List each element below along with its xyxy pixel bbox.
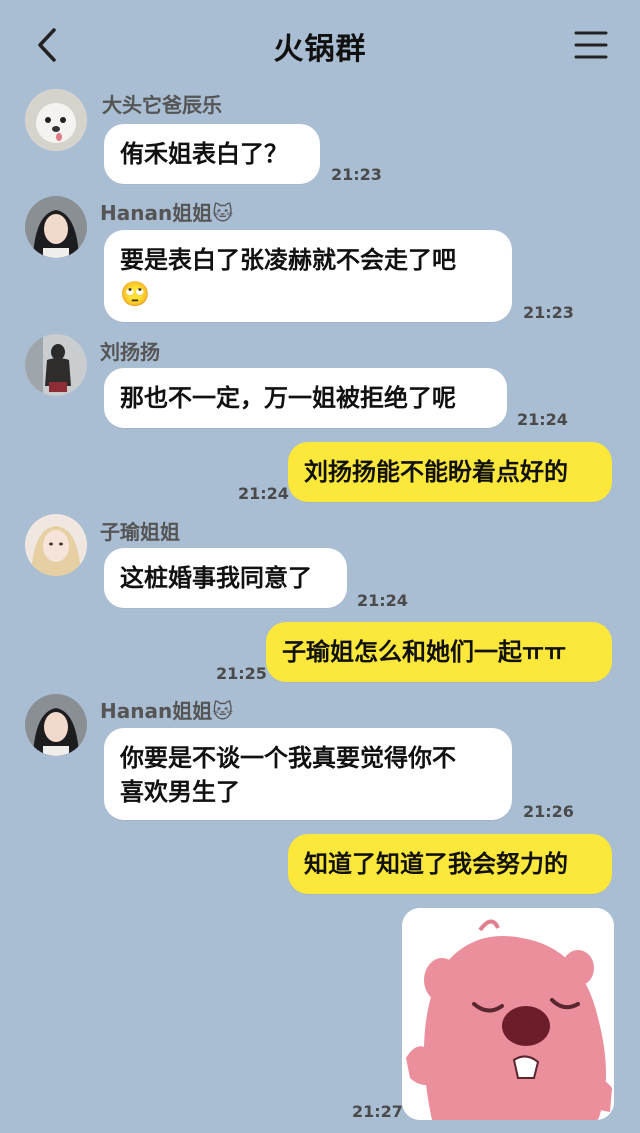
message-text: 那也不一定，万一姐被拒绝了呢: [120, 384, 456, 412]
message-time: 21:27: [352, 1102, 403, 1121]
avatar-blonde-girl[interactable]: [25, 514, 87, 576]
message-text-line1: 你要是不谈一个我真要觉得你不: [120, 744, 456, 772]
chat-header: 火锅群: [0, 0, 640, 88]
message-bubble[interactable]: 那也不一定，万一姐被拒绝了呢: [104, 368, 507, 428]
sender-name: 子瑜姐姐: [100, 520, 180, 544]
my-message-bubble[interactable]: 子瑜姐怎么和她们一起ㅠㅠ: [266, 622, 612, 682]
message-time: 21:25: [216, 664, 267, 683]
sender-name: Hanan姐姐🐱: [100, 201, 234, 225]
pink-beaver-sticker[interactable]: [402, 908, 614, 1120]
message-bubble[interactable]: 要是表白了张凌赫就不会走了吧 🙄: [104, 230, 512, 322]
message-time: 21:23: [523, 303, 574, 322]
message-text: 子瑜姐怎么和她们一起ㅠㅠ: [282, 638, 567, 666]
menu-icon[interactable]: [574, 30, 608, 60]
message-time: 21:23: [331, 165, 382, 184]
message-text-line2: 喜欢男生了: [120, 778, 240, 806]
message-bubble[interactable]: 你要是不谈一个我真要觉得你不 喜欢男生了: [104, 728, 512, 820]
message-text: 知道了知道了我会努力的: [304, 850, 568, 878]
avatar-girl-dark-hair[interactable]: [25, 694, 87, 756]
message-text: 这桩婚事我同意了: [120, 564, 312, 592]
message-text: 侑禾姐表白了？: [120, 140, 288, 168]
message-time: 21:26: [523, 802, 574, 821]
my-message-bubble[interactable]: 知道了知道了我会努力的: [288, 834, 612, 894]
avatar-girl-dark-hair[interactable]: [25, 196, 87, 258]
message-text: 刘扬扬能不能盼着点好的: [304, 458, 568, 486]
message-time: 21:24: [517, 410, 568, 429]
chat-title: 火锅群: [273, 32, 367, 67]
avatar-guy-jacket[interactable]: [25, 334, 87, 396]
message-bubble[interactable]: 这桩婚事我同意了: [104, 548, 347, 608]
sender-name: 大头它爸辰乐: [102, 93, 222, 117]
sender-name: Hanan姐姐🐱: [100, 699, 234, 723]
avatar-dog[interactable]: [25, 89, 87, 151]
message-time: 21:24: [238, 484, 289, 503]
my-message-bubble[interactable]: 刘扬扬能不能盼着点好的: [288, 442, 612, 502]
message-text: 要是表白了张凌赫就不会走了吧: [120, 246, 456, 274]
sender-name: 刘扬扬: [100, 340, 160, 364]
message-time: 21:24: [357, 591, 408, 610]
message-bubble[interactable]: 侑禾姐表白了？: [104, 124, 320, 184]
eye-roll-emoji: 🙄: [120, 280, 150, 308]
